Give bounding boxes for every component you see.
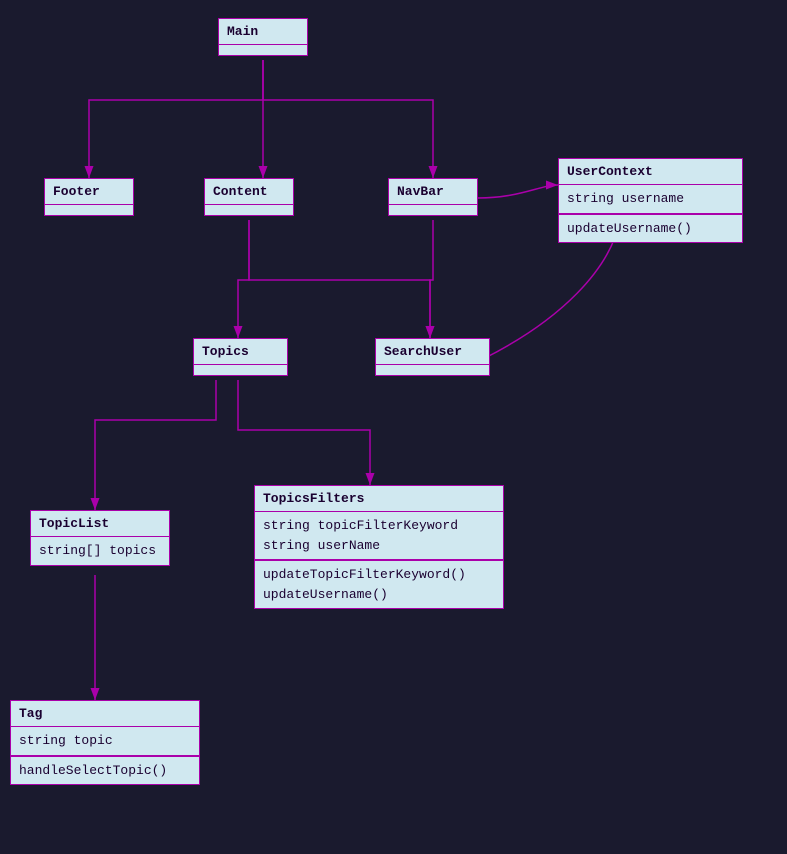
node-main-body (219, 45, 307, 55)
node-topics: Topics (193, 338, 288, 376)
node-usercontext-title: UserContext (559, 159, 742, 185)
node-tag-title: Tag (11, 701, 199, 727)
node-topics-title: Topics (194, 339, 287, 365)
node-topiclist-props: string[] topics (31, 537, 169, 565)
node-topicsfilters-title: TopicsFilters (255, 486, 503, 512)
node-usercontext-methods: updateUsername() (559, 214, 742, 243)
node-usercontext-props: string username (559, 185, 742, 214)
node-searchuser: SearchUser (375, 338, 490, 376)
node-topiclist-title: TopicList (31, 511, 169, 537)
node-main-title: Main (219, 19, 307, 45)
node-content: Content (204, 178, 294, 216)
node-tag: Tag string topic handleSelectTopic() (10, 700, 200, 785)
node-topicsfilters-methods: updateTopicFilterKeyword() updateUsernam… (255, 560, 503, 608)
node-tag-methods: handleSelectTopic() (11, 756, 199, 785)
node-searchuser-body (376, 365, 489, 375)
node-navbar-body (389, 205, 477, 215)
node-topiclist: TopicList string[] topics (30, 510, 170, 566)
node-tag-props: string topic (11, 727, 199, 756)
node-main: Main (218, 18, 308, 56)
node-usercontext: UserContext string username updateUserna… (558, 158, 743, 243)
node-footer-title: Footer (45, 179, 133, 205)
diagram-container: Main Footer Content NavBar UserContext s… (0, 0, 787, 854)
node-content-title: Content (205, 179, 293, 205)
node-searchuser-title: SearchUser (376, 339, 489, 365)
node-footer-body (45, 205, 133, 215)
node-topicsfilters: TopicsFilters string topicFilterKeyword … (254, 485, 504, 609)
node-navbar: NavBar (388, 178, 478, 216)
node-topicsfilters-props: string topicFilterKeyword string userNam… (255, 512, 503, 560)
node-navbar-title: NavBar (389, 179, 477, 205)
node-footer: Footer (44, 178, 134, 216)
node-content-body (205, 205, 293, 215)
node-topics-body (194, 365, 287, 375)
